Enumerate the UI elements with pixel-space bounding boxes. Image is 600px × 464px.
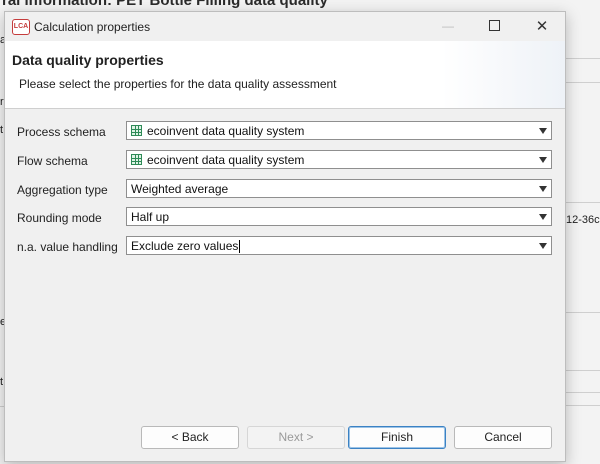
background-divider: [565, 370, 600, 371]
wizard-page-description: Please select the properties for the dat…: [19, 77, 337, 91]
flow-schema-row: Flow schema ecoinvent data quality syste…: [5, 150, 565, 172]
background-divider: [565, 202, 600, 203]
minimize-button[interactable]: —: [425, 12, 471, 41]
next-button[interactable]: Next >: [247, 426, 345, 449]
dialog-titlebar[interactable]: LCA Calculation properties — ✕: [5, 12, 565, 41]
process-schema-row: Process schema ecoinvent data quality sy…: [5, 121, 565, 143]
window-title: Calculation properties: [34, 20, 151, 34]
calculation-properties-dialog: LCA Calculation properties — ✕ Data qual…: [4, 11, 566, 462]
background-text-fragment: t: [0, 124, 4, 136]
process-schema-select[interactable]: ecoinvent data quality system: [126, 121, 552, 140]
openlca-app-icon: LCA: [12, 19, 30, 35]
close-button[interactable]: ✕: [519, 12, 565, 41]
maximize-icon: [488, 20, 500, 32]
grid-table-icon: [131, 154, 142, 165]
na-value-handling-value-wrap: Exclude zero values: [131, 239, 241, 254]
na-value-handling-select[interactable]: Exclude zero values: [126, 236, 552, 255]
aggregation-type-value: Weighted average: [131, 182, 229, 196]
grid-table-icon: [131, 125, 142, 136]
aggregation-type-row: Aggregation type Weighted average: [5, 179, 565, 201]
background-divider: [565, 312, 600, 313]
background-divider: [565, 392, 600, 393]
finish-button[interactable]: Finish: [348, 426, 446, 449]
dropdown-arrow-icon[interactable]: [539, 214, 547, 220]
dropdown-arrow-icon[interactable]: [539, 186, 547, 192]
background-divider: [565, 405, 600, 406]
back-button[interactable]: < Back: [141, 426, 239, 449]
dropdown-arrow-icon[interactable]: [539, 243, 547, 249]
dropdown-arrow-icon[interactable]: [539, 157, 547, 163]
maximize-button[interactable]: [471, 12, 517, 41]
wizard-page-title: Data quality properties: [12, 52, 164, 68]
aggregation-type-label: Aggregation type: [17, 183, 108, 197]
wizard-button-bar: < Back Next > Finish Cancel: [5, 409, 565, 461]
properties-form: Process schema ecoinvent data quality sy…: [5, 109, 565, 409]
dropdown-arrow-icon[interactable]: [539, 128, 547, 134]
flow-schema-select[interactable]: ecoinvent data quality system: [126, 150, 552, 169]
minimize-icon: —: [442, 19, 454, 33]
background-divider: [565, 82, 600, 83]
process-schema-label: Process schema: [17, 125, 106, 139]
rounding-mode-value: Half up: [131, 210, 170, 224]
flow-schema-value: ecoinvent data quality system: [147, 153, 305, 167]
background-text-fragment: t: [0, 376, 4, 388]
rounding-mode-row: Rounding mode Half up: [5, 207, 565, 229]
cancel-button[interactable]: Cancel: [454, 426, 552, 449]
na-value-handling-label: n.a. value handling: [17, 240, 118, 254]
background-text-fragment: 12-36c: [566, 214, 600, 226]
flow-schema-label: Flow schema: [17, 154, 88, 168]
process-schema-value: ecoinvent data quality system: [147, 124, 305, 138]
rounding-mode-label: Rounding mode: [17, 211, 102, 225]
close-icon: ✕: [535, 18, 549, 35]
text-cursor: [239, 240, 241, 254]
wizard-header: Data quality properties Please select th…: [5, 41, 565, 109]
na-value-handling-row: n.a. value handling Exclude zero values: [5, 236, 565, 258]
rounding-mode-select[interactable]: Half up: [126, 207, 552, 226]
aggregation-type-select[interactable]: Weighted average: [126, 179, 552, 198]
na-value-handling-value: Exclude zero values: [131, 239, 239, 253]
background-divider: [565, 58, 600, 59]
